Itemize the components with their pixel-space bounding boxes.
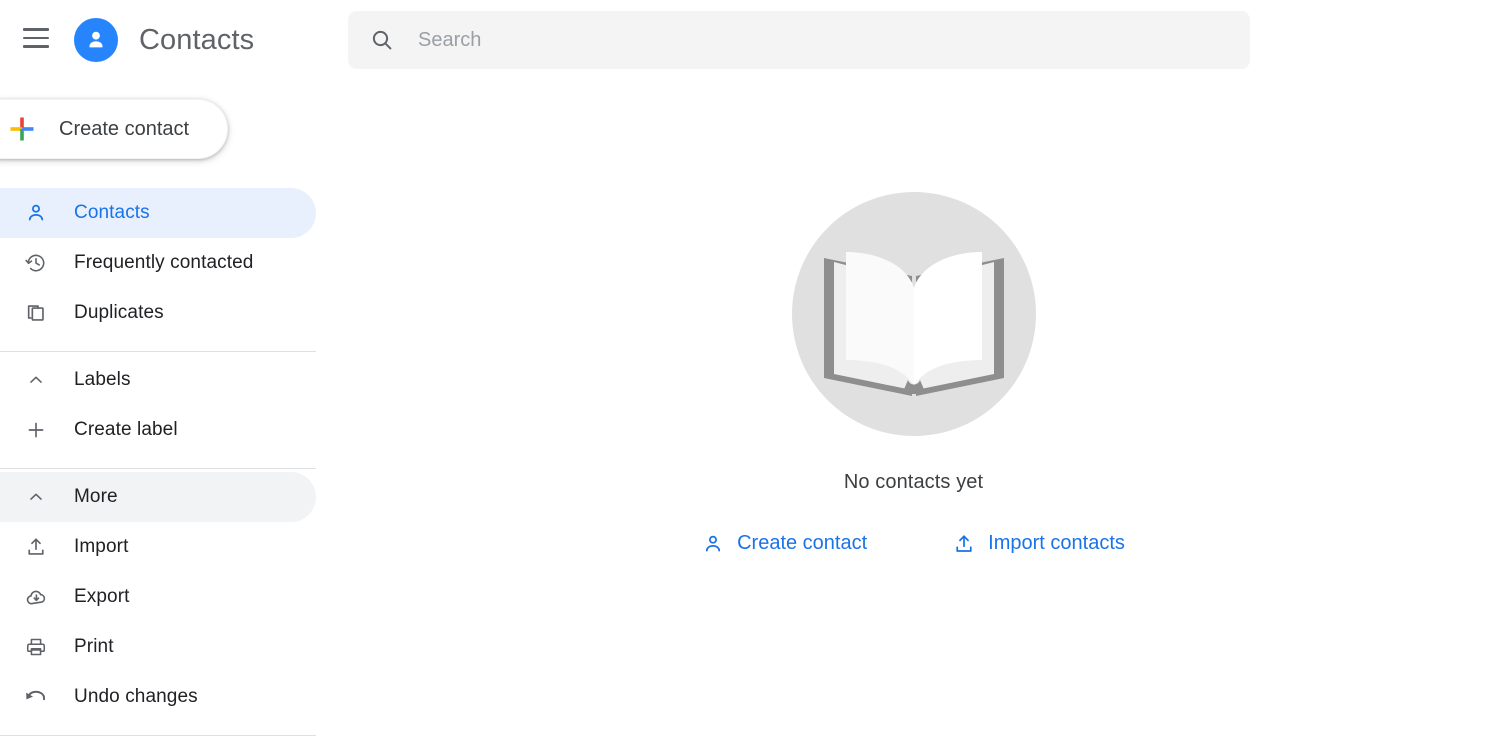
brand[interactable]: Contacts <box>74 18 254 62</box>
create-contact-link[interactable]: Create contact <box>702 532 867 555</box>
sidebar-item-duplicates[interactable]: Duplicates <box>0 288 316 338</box>
printer-icon <box>24 635 48 659</box>
sidebar-item-undo-changes[interactable]: Undo changes <box>0 672 316 722</box>
upload-icon <box>953 533 975 555</box>
google-plus-icon <box>9 116 35 142</box>
sidebar-item-label: Frequently contacted <box>74 252 254 273</box>
undo-icon <box>24 685 48 709</box>
sidebar-divider <box>0 735 316 736</box>
contacts-app: Contacts Create contact <box>0 0 1487 740</box>
person-icon <box>24 201 48 225</box>
nav-group-primary: Contacts Frequently contacted Duplicates <box>0 188 340 352</box>
sidebar: Create contact Contacts Frequently conta… <box>0 80 340 740</box>
search-icon <box>370 28 394 52</box>
copy-icon <box>24 301 48 325</box>
app-header: Contacts <box>0 0 1487 80</box>
sidebar-item-label: Contacts <box>74 202 150 223</box>
import-contacts-link-label: Import contacts <box>988 532 1125 554</box>
sidebar-item-import[interactable]: Import <box>0 522 316 572</box>
sidebar-item-more[interactable]: More <box>0 472 316 522</box>
hamburger-bar <box>23 28 49 31</box>
sidebar-item-label: Print <box>74 636 114 657</box>
hamburger-bar <box>23 36 49 40</box>
sidebar-item-labels[interactable]: Labels <box>0 355 316 405</box>
person-add-icon <box>702 533 724 555</box>
sidebar-item-label: Undo changes <box>74 686 198 707</box>
sidebar-item-label: Duplicates <box>74 302 164 323</box>
chevron-up-icon <box>24 368 48 392</box>
sidebar-item-label: Export <box>74 586 130 607</box>
open-book-illustration <box>790 190 1038 438</box>
search-input[interactable] <box>416 27 1176 53</box>
history-icon <box>24 251 48 275</box>
sidebar-item-label: Labels <box>74 369 131 390</box>
import-contacts-link[interactable]: Import contacts <box>953 532 1125 555</box>
empty-state-actions: Create contact Import contacts <box>702 532 1125 555</box>
create-contact-button[interactable]: Create contact <box>0 99 228 159</box>
sidebar-item-label: Create label <box>74 419 178 440</box>
person-avatar-icon <box>74 18 118 62</box>
search-bar[interactable] <box>348 11 1250 69</box>
hamburger-menu-icon[interactable] <box>23 28 49 48</box>
empty-state: No contacts yet Create contact Import co… <box>340 80 1487 740</box>
create-contact-link-label: Create contact <box>737 532 868 554</box>
create-contact-button-label: Create contact <box>59 117 190 140</box>
page-title: Contacts <box>139 23 255 56</box>
sidebar-item-label: More <box>74 486 118 507</box>
upload-icon <box>24 535 48 559</box>
sidebar-divider <box>0 468 316 469</box>
nav-group-labels: Labels Create label <box>0 355 340 469</box>
sidebar-item-print[interactable]: Print <box>0 622 316 672</box>
sidebar-divider <box>0 351 316 352</box>
sidebar-item-frequently-contacted[interactable]: Frequently contacted <box>0 238 316 288</box>
hamburger-bar <box>23 45 49 48</box>
cloud-download-icon <box>24 585 48 609</box>
plus-icon <box>24 418 48 442</box>
sidebar-item-contacts[interactable]: Contacts <box>0 188 316 238</box>
sidebar-item-create-label[interactable]: Create label <box>0 405 316 455</box>
nav-group-more: More Import Export Print Undo changes <box>0 472 340 736</box>
chevron-up-icon <box>24 485 48 509</box>
empty-state-title: No contacts yet <box>843 471 984 493</box>
sidebar-item-label: Import <box>74 536 129 557</box>
sidebar-item-export[interactable]: Export <box>0 572 316 622</box>
